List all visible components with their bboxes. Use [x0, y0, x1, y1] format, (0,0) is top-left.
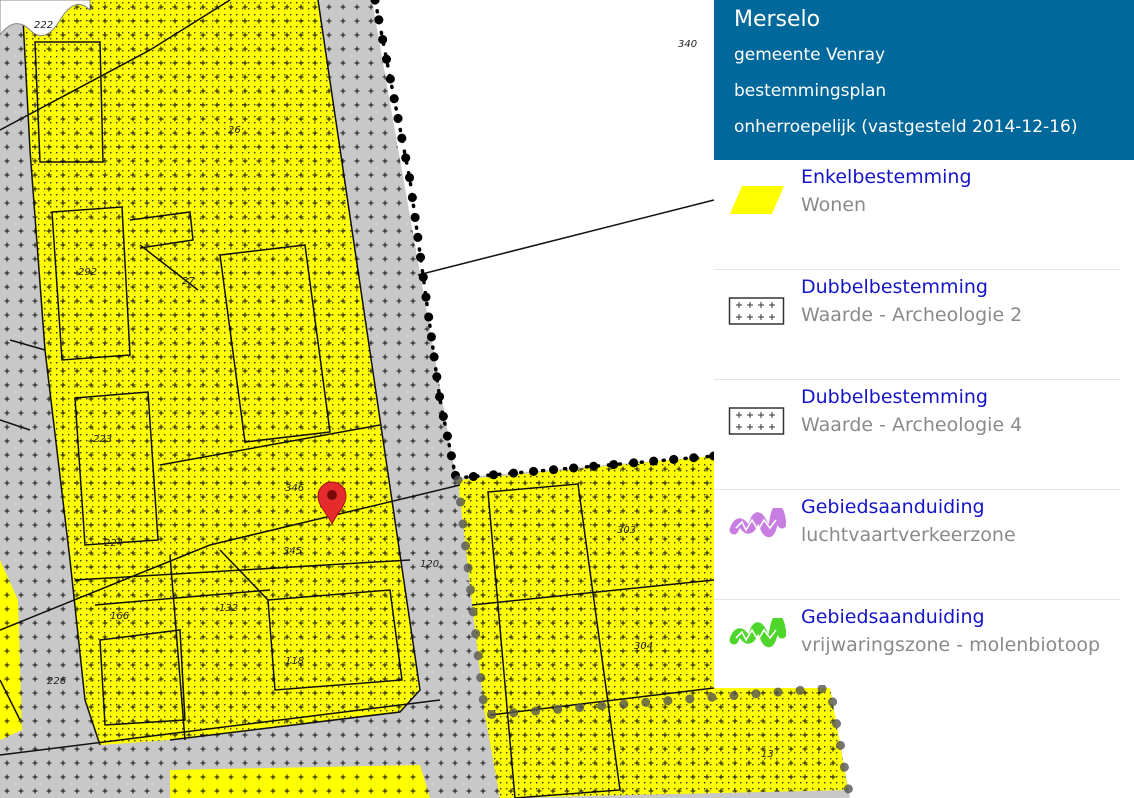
parcel-number: 223: [93, 434, 112, 445]
legend-item-archeologie-4[interactable]: Dubbelbestemming Waarde - Archeologie 4: [714, 380, 1134, 490]
parcel-number: 224: [104, 538, 123, 549]
parcel-number: 26: [228, 125, 241, 136]
parcel-number: 118: [285, 656, 304, 667]
parcel-number: 13: [761, 749, 774, 760]
legend-item-name: vrijwaringszone - molenbiotoop: [801, 634, 1101, 656]
legend-item-archeologie-2[interactable]: Dubbelbestemming Waarde - Archeologie 2: [714, 270, 1134, 380]
parcel-number: 340: [678, 39, 697, 50]
parcel-number: 132: [219, 603, 238, 614]
parcel-number: 27: [182, 276, 195, 287]
parcel-number: 166: [110, 611, 129, 622]
plan-info-panel: Merselo gemeente Venray bestemmingsplan …: [714, 0, 1134, 160]
legend-item-type: Gebiedsaanduiding: [801, 606, 985, 628]
parcel-number: 304: [634, 641, 653, 652]
legend-item-luchtvaart[interactable]: Gebiedsaanduiding luchtvaartverkeerzone: [714, 490, 1134, 600]
legend-item-type: Dubbelbestemming: [801, 386, 988, 408]
parcel-number: 120: [420, 559, 439, 570]
green-zigzag-icon: [729, 618, 786, 648]
legend-item-molenbiotoop[interactable]: Gebiedsaanduiding vrijwaringszone - mole…: [714, 600, 1134, 710]
place-name: Merselo: [734, 7, 821, 32]
parcel-number: 303: [617, 525, 636, 536]
parcel-number: 346: [285, 483, 304, 494]
legend-item-wonen[interactable]: Enkelbestemming Wonen: [714, 160, 1134, 270]
legend-item-name: Waarde - Archeologie 4: [801, 414, 1023, 436]
map-legend: Enkelbestemming Wonen Dubbelbestemming W…: [714, 160, 1134, 685]
legend-item-type: Dubbelbestemming: [801, 276, 988, 298]
cross-hatch-icon: [728, 407, 785, 435]
legend-item-type: Gebiedsaanduiding: [801, 496, 985, 518]
legend-item-name: Waarde - Archeologie 2: [801, 304, 1023, 326]
parcel-number: 222: [34, 20, 53, 31]
plan-type: bestemmingsplan: [734, 81, 887, 101]
legend-item-name: Wonen: [801, 194, 867, 216]
cross-hatch-icon: [728, 297, 785, 325]
plan-status: onherroepelijk (vastgesteld 2014-12-16): [734, 117, 1078, 137]
yellow-parallelogram-icon: [730, 186, 784, 214]
legend-item-name: luchtvaartverkeerzone: [801, 524, 1016, 546]
municipality-name: gemeente Venray: [734, 45, 886, 65]
legend-item-type: Enkelbestemming: [801, 166, 972, 188]
parcel-number: 226: [47, 676, 66, 687]
parcel-number: 345: [283, 546, 302, 557]
purple-zigzag-icon: [729, 508, 786, 538]
parcel-number: 292: [78, 267, 97, 278]
